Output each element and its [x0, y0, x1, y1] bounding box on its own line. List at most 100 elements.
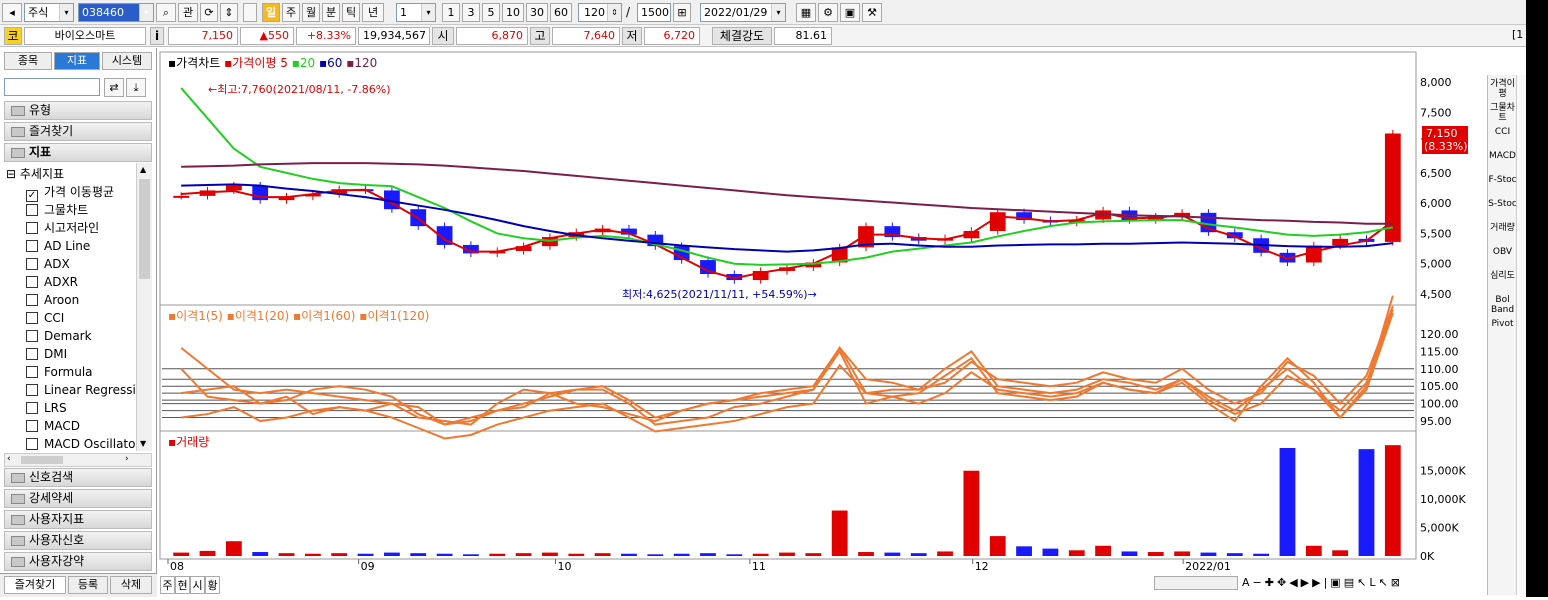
group-user-signal[interactable]: 사용자신호	[4, 531, 152, 550]
plus-icon[interactable]: ✚	[1265, 576, 1277, 589]
info-icon[interactable]: i	[150, 27, 164, 45]
print-icon[interactable]: ▤	[1344, 576, 1357, 589]
indicator-item[interactable]: ADXR	[26, 273, 78, 291]
period-tick[interactable]: 틱	[342, 3, 360, 22]
interval-select[interactable]: 1 ▾	[396, 3, 436, 22]
pointer-icon[interactable]: ↖	[1378, 576, 1390, 589]
favorites-button[interactable]: 즐겨찾기	[4, 576, 66, 594]
group-user-strength[interactable]: 사용자강약	[4, 552, 152, 571]
period-month[interactable]: 월	[302, 3, 320, 22]
refresh-icon[interactable]: ⟳	[200, 3, 218, 22]
chart-area[interactable]: 8,0007,5007,0006,5006,0005,5005,0004,500…	[158, 48, 1486, 597]
indicator-item[interactable]: CCI	[26, 309, 64, 327]
indicator-item[interactable]: ✓ 가격 이동평균	[26, 183, 114, 202]
checkbox[interactable]	[26, 366, 38, 378]
indicator-item[interactable]: Demark	[26, 327, 92, 345]
total-input[interactable]: 1500	[637, 3, 671, 22]
delete-button[interactable]: 삭제	[110, 576, 152, 594]
checkbox[interactable]	[26, 276, 38, 288]
zoom-icon[interactable]: ⊞	[673, 3, 691, 22]
tab-indicators[interactable]: 지표	[54, 52, 100, 70]
shortcut-item[interactable]: OBV	[1488, 247, 1517, 257]
checkbox[interactable]	[26, 330, 38, 342]
shortcut-item[interactable]: S-Stoc	[1488, 199, 1517, 209]
minus-icon[interactable]: −	[1253, 576, 1265, 589]
checkbox[interactable]	[26, 222, 38, 234]
indicator-item[interactable]: Aroon	[26, 291, 79, 309]
market-select[interactable]: 주식 ▾	[24, 3, 74, 22]
tab-week[interactable]: 주	[160, 576, 175, 594]
period-day[interactable]: 일	[262, 3, 280, 22]
scroll-thumb[interactable]	[139, 179, 150, 279]
interval-10[interactable]: 10	[502, 3, 524, 22]
horizontal-scrollbar[interactable]: ‹ ›	[4, 453, 152, 467]
group-user-indicator[interactable]: 사용자지표	[4, 510, 152, 529]
shortcut-item[interactable]: CCI	[1488, 127, 1517, 137]
chart-canvas[interactable]: 8,0007,5007,0006,5006,0005,5005,0004,500…	[158, 48, 1486, 597]
tree-root[interactable]: ⊟ 추세지표	[6, 165, 64, 182]
shortcut-item[interactable]: MACD	[1488, 151, 1517, 161]
shortcut-item[interactable]: 가격이평	[1488, 79, 1517, 99]
indicator-item[interactable]: Formula	[26, 363, 93, 381]
kwan-button[interactable]: 관	[178, 3, 198, 22]
search-icon[interactable]: ⌕	[156, 3, 176, 22]
shortcut-item[interactable]: 심리도	[1488, 271, 1517, 281]
indicator-item[interactable]: ADX	[26, 255, 70, 273]
interval-3[interactable]: 3	[462, 3, 480, 22]
end-icon[interactable]: ▶|	[1312, 576, 1330, 589]
code-input[interactable]: 038460 ▾	[78, 3, 154, 22]
interval-1[interactable]: 1	[442, 3, 460, 22]
checkbox[interactable]	[26, 240, 38, 252]
period-week[interactable]: 주	[282, 3, 300, 22]
calendar-icon[interactable]: ▦	[796, 3, 816, 22]
right-icon[interactable]: ▶	[1301, 576, 1312, 589]
scroll-right-icon[interactable]: ›	[125, 454, 129, 464]
scroll-up-icon[interactable]: ▲	[140, 165, 148, 174]
shortcut-item[interactable]: F-Stoc	[1488, 175, 1517, 185]
group-type[interactable]: 유형	[4, 101, 152, 120]
checkbox[interactable]	[26, 258, 38, 270]
indicator-item[interactable]: DMI	[26, 345, 67, 363]
tab-market[interactable]: 시	[190, 576, 205, 594]
gear-icon[interactable]: ⚙	[818, 3, 838, 22]
indicator-item[interactable]: 그물차트	[26, 201, 88, 219]
save-icon[interactable]: ▣	[840, 3, 860, 22]
line-icon[interactable]: ↖	[1357, 576, 1369, 589]
indicator-item[interactable]: LRS	[26, 399, 67, 417]
move-icon[interactable]: ✥	[1277, 576, 1289, 589]
date-select[interactable]: 2022/01/29 ▾	[700, 3, 786, 22]
shortcut-item[interactable]: Bol Band	[1488, 295, 1517, 315]
period-year[interactable]: 년	[362, 3, 384, 22]
interval-60[interactable]: 60	[550, 3, 572, 22]
group-indicators[interactable]: 지표	[4, 143, 152, 162]
count-input[interactable]: 120 ⇕	[578, 3, 622, 22]
tab-current[interactable]: 현	[175, 576, 190, 594]
group-favorites[interactable]: 즐겨찾기	[4, 122, 152, 141]
shortcut-item[interactable]: 거래량	[1488, 223, 1517, 233]
interval-30[interactable]: 30	[526, 3, 548, 22]
indicator-item[interactable]: MACD	[26, 417, 80, 435]
right-splitter[interactable]	[1516, 75, 1526, 595]
tools-icon[interactable]: ⚒	[862, 3, 882, 22]
register-button[interactable]: 등록	[68, 576, 108, 594]
tree-scrollbar[interactable]: ▲ ▼	[136, 163, 152, 451]
indicator-item[interactable]: Linear Regression	[26, 381, 151, 399]
spin-icon[interactable]: ⇕	[220, 3, 238, 22]
checkbox[interactable]	[26, 294, 38, 306]
h-scroll-thumb[interactable]	[21, 456, 63, 464]
checkbox[interactable]	[26, 438, 38, 450]
shortcut-item[interactable]: 그물차트	[1488, 103, 1517, 123]
prev-arrow-icon[interactable]: ◂	[2, 3, 22, 22]
shortcut-item[interactable]: Pivot	[1488, 319, 1517, 329]
checkbox[interactable]	[26, 204, 38, 216]
sidebar-search-input[interactable]	[4, 78, 100, 96]
left-icon[interactable]: ◀	[1289, 576, 1300, 589]
scroll-left-icon[interactable]: ‹	[7, 454, 11, 464]
indicator-item[interactable]: 시고저라인	[26, 219, 99, 237]
period-minute[interactable]: 분	[322, 3, 340, 22]
tab-stocks[interactable]: 종목	[4, 52, 52, 70]
group-strength[interactable]: 강세약세	[4, 489, 152, 508]
checkbox[interactable]	[26, 348, 38, 360]
checkbox[interactable]	[26, 312, 38, 324]
interval-5[interactable]: 5	[482, 3, 500, 22]
